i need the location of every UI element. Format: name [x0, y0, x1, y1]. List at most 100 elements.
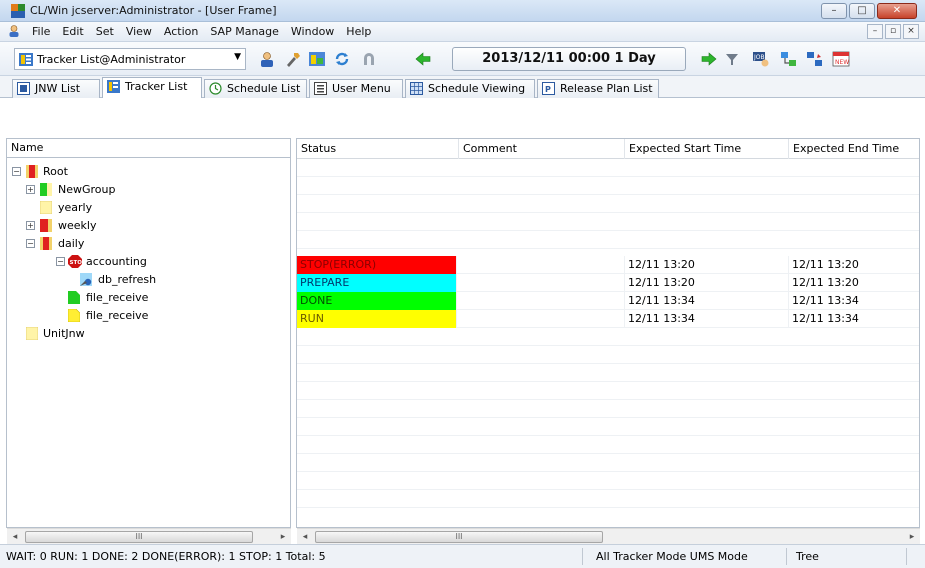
scroll-thumb[interactable]: III	[315, 531, 603, 543]
menu-help[interactable]: Help	[340, 25, 377, 38]
tree-node-root[interactable]: − Root	[6, 163, 286, 181]
table-row	[297, 159, 919, 177]
folder-icon	[26, 165, 38, 178]
sync-icon[interactable]	[806, 51, 824, 67]
grid-horizontal-scrollbar[interactable]: ◂ III ▸	[297, 528, 920, 544]
forward-arrow-icon[interactable]	[700, 51, 718, 67]
scroll-left-icon[interactable]: ◂	[9, 531, 21, 543]
maximize-button[interactable]: □	[849, 3, 875, 19]
scroll-right-icon[interactable]: ▸	[277, 531, 289, 543]
end-time-cell: 12/11 13:34	[789, 292, 919, 310]
tab-user-menu[interactable]: User Menu	[309, 79, 403, 98]
menu-file[interactable]: File	[26, 25, 56, 38]
scroll-thumb[interactable]: III	[25, 531, 253, 543]
tree-node-newgroup[interactable]: + NewGroup	[6, 181, 286, 199]
release-plan-list-icon: P	[542, 82, 555, 95]
tab-schedule-list[interactable]: Schedule List	[204, 79, 307, 98]
comment-cell	[457, 292, 625, 310]
tab-label: Schedule List	[227, 82, 301, 95]
tracker-select-value: Tracker List@Administrator	[37, 53, 186, 66]
table-row	[297, 436, 919, 454]
date-range-display[interactable]: 2013/12/11 00:00 1 Day	[452, 47, 686, 71]
status-cell: RUN	[297, 310, 457, 328]
menu-action[interactable]: Action	[158, 25, 204, 38]
close-button[interactable]: ✕	[877, 3, 917, 19]
toolbar: Tracker List@Administrator ▼ 2013/12/11 …	[0, 42, 925, 76]
end-time-cell: 12/11 13:20	[789, 256, 919, 274]
folder-icon	[26, 327, 38, 340]
menu-edit[interactable]: Edit	[56, 25, 89, 38]
schedule-viewing-icon	[410, 82, 423, 95]
tab-label: Tracker List	[125, 80, 188, 93]
menu-set[interactable]: Set	[90, 25, 120, 38]
network-icon[interactable]	[780, 51, 798, 67]
tracker-select[interactable]: Tracker List@Administrator ▼	[14, 48, 246, 70]
start-time-cell: 12/11 13:20	[625, 274, 789, 292]
tab-label: JNW List	[35, 82, 81, 95]
filter-icon[interactable]	[723, 51, 741, 67]
menu-window[interactable]: Window	[285, 25, 340, 38]
tracker-list-icon	[19, 53, 33, 66]
tree-node-daily[interactable]: − daily	[6, 235, 286, 253]
tree-node-label: UnitJnw	[43, 327, 85, 340]
folder-icon	[40, 201, 52, 214]
tree-node-yearly[interactable]: yearly	[6, 199, 286, 217]
chart-window-icon[interactable]	[308, 51, 326, 67]
minimize-button[interactable]: –	[821, 3, 847, 19]
menu-sap-manage[interactable]: SAP Manage	[204, 25, 285, 38]
tree-node-weekly[interactable]: + weekly	[6, 217, 286, 235]
collapse-icon[interactable]: −	[26, 239, 35, 248]
expand-icon[interactable]: +	[26, 185, 35, 194]
mdi-minimize-button[interactable]: –	[867, 24, 883, 39]
magnet-icon[interactable]	[360, 51, 378, 67]
column-header-expected-start-time[interactable]: Expected Start Time	[625, 139, 789, 159]
refresh-icon[interactable]	[333, 51, 351, 67]
tree-node-file-receive[interactable]: file_receive	[6, 307, 286, 325]
back-arrow-icon[interactable]	[414, 51, 432, 67]
status-divider	[906, 548, 907, 565]
new-calendar-icon[interactable]: NEW	[832, 51, 850, 67]
file-icon	[68, 291, 80, 304]
user-tool-icon[interactable]	[258, 51, 276, 67]
expand-icon[interactable]: +	[26, 221, 35, 230]
status-cell: DONE	[297, 292, 457, 310]
mdi-restore-button[interactable]: ▫	[885, 24, 901, 39]
comment-cell	[457, 274, 625, 292]
tab-jnw-list[interactable]: JNW List	[12, 79, 100, 98]
status-mode: All Tracker Mode UMS Mode	[596, 550, 748, 563]
column-header-status[interactable]: Status	[297, 139, 459, 159]
tab-label: Release Plan List	[560, 82, 653, 95]
tree-node-accounting[interactable]: − STOP accounting	[6, 253, 286, 271]
tab-release-plan-list[interactable]: P Release Plan List	[537, 79, 659, 98]
database-job-icon	[80, 273, 92, 286]
tree-node-unitjnw[interactable]: UnitJnw	[6, 325, 286, 343]
table-row	[297, 231, 919, 249]
job-icon[interactable]: JOB	[752, 51, 770, 67]
tracker-list-icon	[107, 80, 120, 93]
collapse-icon[interactable]: −	[12, 167, 21, 176]
tree-node-label: file_receive	[86, 309, 149, 322]
table-row[interactable]: STOP(ERROR) 12/11 13:20 12/11 13:20	[297, 256, 919, 274]
tree-node-db-refresh[interactable]: db_refresh	[6, 271, 286, 289]
tree-horizontal-scrollbar[interactable]: ◂ III ▸	[7, 528, 291, 544]
tab-schedule-viewing[interactable]: Schedule Viewing	[405, 79, 535, 98]
column-header-expected-end-time[interactable]: Expected End Time	[789, 139, 919, 159]
tools-icon[interactable]	[284, 51, 302, 67]
table-row	[297, 490, 919, 508]
collapse-icon[interactable]: −	[56, 257, 65, 266]
table-row	[297, 346, 919, 364]
menu-view[interactable]: View	[120, 25, 158, 38]
tab-strip: JNW List Tracker List Schedule List User…	[0, 76, 925, 98]
tree-header-name[interactable]: Name	[6, 138, 291, 158]
mdi-close-button[interactable]: ×	[903, 24, 919, 39]
table-row[interactable]: RUN 12/11 13:34 12/11 13:34	[297, 310, 919, 328]
table-row[interactable]: DONE 12/11 13:34 12/11 13:34	[297, 292, 919, 310]
column-header-comment[interactable]: Comment	[459, 139, 625, 159]
table-row	[297, 177, 919, 195]
tab-tracker-list[interactable]: Tracker List	[102, 77, 202, 98]
scroll-right-icon[interactable]: ▸	[906, 531, 918, 543]
table-row[interactable]: PREPARE 12/11 13:20 12/11 13:20	[297, 274, 919, 292]
folder-icon	[40, 237, 52, 250]
tree-node-file-receive[interactable]: file_receive	[6, 289, 286, 307]
scroll-left-icon[interactable]: ◂	[299, 531, 311, 543]
